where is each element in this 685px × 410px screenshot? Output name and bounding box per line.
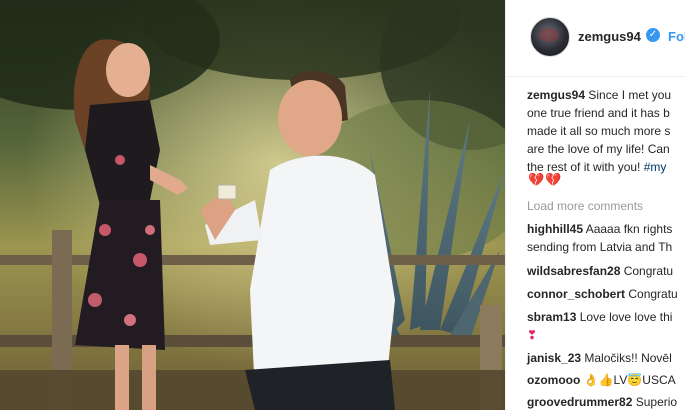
comment: janisk_23 Maločiks!! Novēl (527, 349, 672, 367)
avatar[interactable] (530, 17, 570, 57)
heart-exclamation-emoji: ❣ (527, 328, 538, 342)
comment-text: Congratu (628, 287, 678, 301)
comment-text: 👌👍LV😇USCA (583, 373, 676, 387)
comment-text: Maločiks!! Novēl (584, 351, 672, 365)
comment-username[interactable]: sbram13 (527, 310, 576, 324)
comment-username[interactable]: highhill45 (527, 222, 583, 236)
comment-username[interactable]: ozomooo (527, 373, 580, 387)
caption-text-2: one true friend and it has b (527, 106, 670, 120)
instagram-post-view: zemgus94 ✓ Fol zemgus94 Since I met you … (0, 0, 685, 410)
broken-heart-emoji: 💔💔 (528, 172, 563, 187)
post-side-panel: zemgus94 ✓ Fol zemgus94 Since I met you … (505, 0, 685, 410)
comment: sbram13 Love love love thi ❣ (527, 308, 672, 344)
comment-username[interactable]: groovedrummer82 (527, 395, 632, 409)
comment-text: Superio (635, 395, 678, 409)
comment-username[interactable]: janisk_23 (527, 351, 581, 365)
comment: highhill45 Aaaaa fkn rights sending from… (527, 220, 672, 256)
comment-text: Love love love thi (579, 310, 673, 324)
proposal-photo-illustration (0, 0, 505, 410)
caption-text-4: are the love of my life! Can (527, 142, 670, 156)
caption-author[interactable]: zemgus94 (527, 88, 585, 102)
post-caption: zemgus94 Since I met you one true friend… (527, 86, 685, 176)
caption-text-1: Since I met you (588, 88, 672, 102)
comment: ozomooo 👌👍LV😇USCA (527, 371, 676, 389)
comment-username[interactable]: wildsabresfan28 (527, 264, 620, 278)
comment: wildsabresfan28 Congratu (527, 262, 673, 280)
post-photo[interactable] (0, 0, 505, 410)
caption-text-3: made it all so much more s (527, 124, 671, 138)
comment: connor_schobert Congratu (527, 285, 678, 303)
comment-text-cont: sending from Latvia and Th (527, 240, 673, 254)
caption-line-1: zemgus94 Since I met you (527, 86, 685, 104)
load-more-comments-link[interactable]: Load more comments (527, 199, 643, 213)
verified-badge-icon: ✓ (646, 28, 660, 42)
comment: groovedrummer82 Superio (527, 393, 677, 410)
caption-hashtag-link[interactable]: #my (644, 160, 667, 174)
header-username[interactable]: zemgus94 (578, 29, 641, 44)
post-header: zemgus94 ✓ Fol (506, 0, 685, 77)
follow-button[interactable]: Fol (668, 29, 685, 44)
comment-username[interactable]: connor_schobert (527, 287, 625, 301)
comment-text: Congratu (623, 264, 674, 278)
comment-text: Aaaaa fkn rights (585, 222, 673, 236)
